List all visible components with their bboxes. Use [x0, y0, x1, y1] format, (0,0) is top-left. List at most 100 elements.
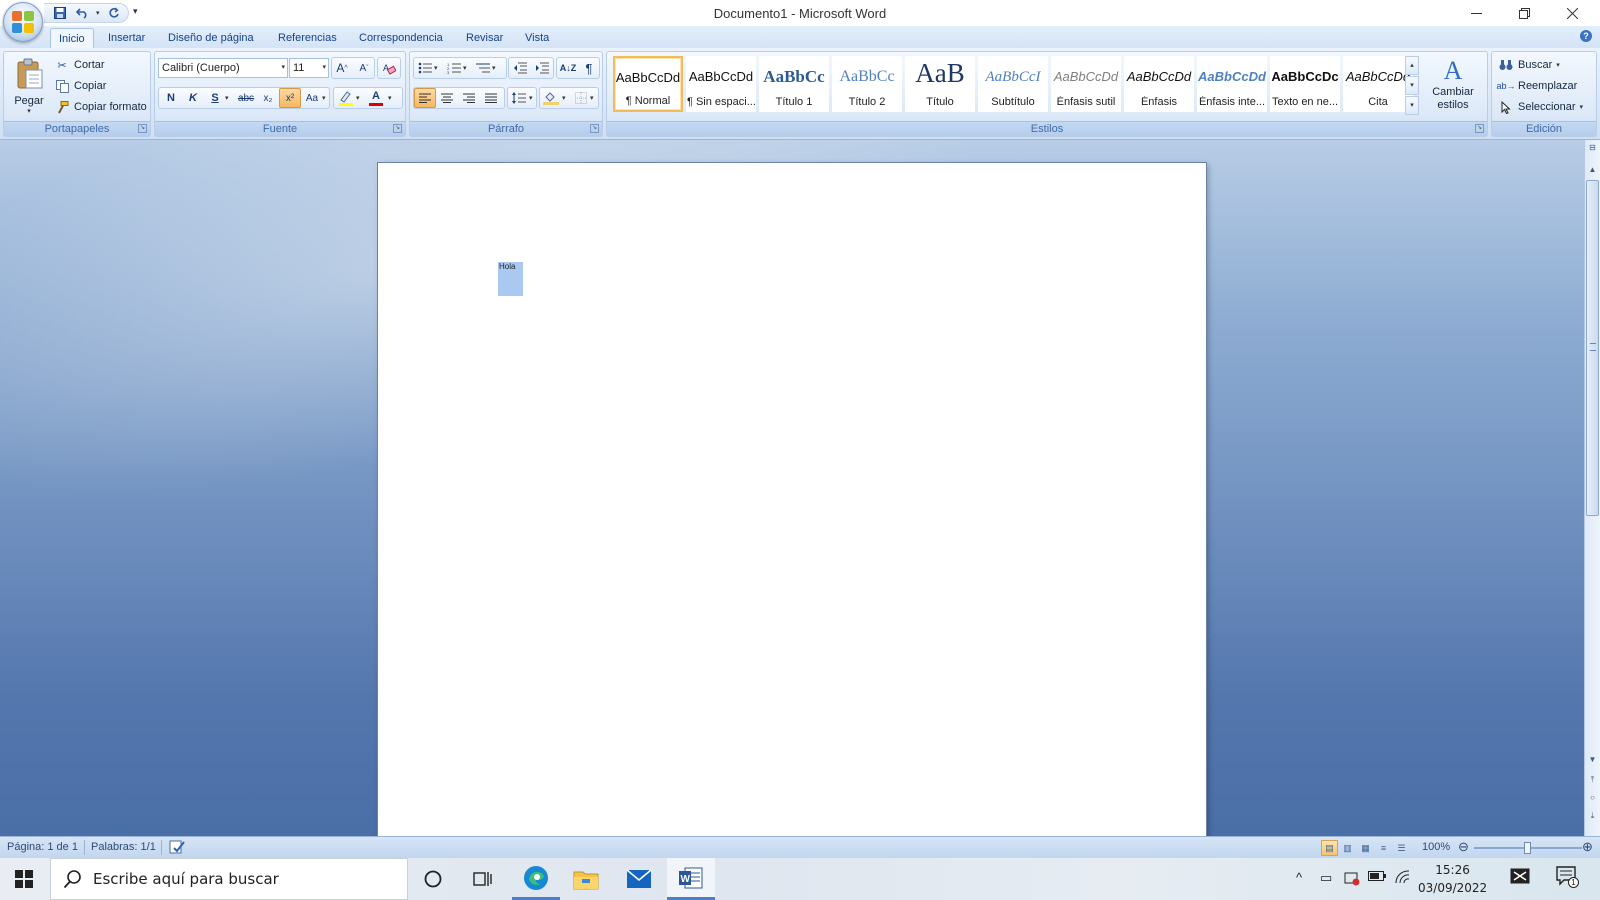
- paragraph-launcher-icon[interactable]: ↘: [590, 124, 599, 133]
- task-view-icon[interactable]: [459, 858, 507, 900]
- battery-icon[interactable]: [1368, 870, 1386, 885]
- multilevel-list-icon[interactable]: [472, 58, 494, 78]
- print-layout-view-icon[interactable]: ▤: [1321, 840, 1338, 856]
- decrease-indent-icon[interactable]: [509, 58, 531, 78]
- sort-icon[interactable]: A↓Z: [557, 58, 579, 78]
- shading-dropdown-icon[interactable]: ▾: [562, 94, 566, 102]
- italic-button[interactable]: K: [182, 88, 204, 108]
- zoom-out-icon[interactable]: ⊖: [1458, 839, 1469, 855]
- previous-page-icon[interactable]: ⤒: [1585, 772, 1600, 788]
- borders-dropdown-icon[interactable]: ▾: [590, 94, 594, 102]
- underline-button[interactable]: S: [204, 88, 226, 108]
- align-left-icon[interactable]: [414, 88, 436, 108]
- highlight-button[interactable]: [335, 88, 357, 108]
- next-page-icon[interactable]: ⤓: [1585, 808, 1600, 824]
- gallery-scroll-down-icon[interactable]: ▾: [1405, 76, 1419, 95]
- tab-diseno-de-pagina[interactable]: Diseño de página: [160, 28, 262, 48]
- vertical-scrollbar[interactable]: ⊟ ▲ ▼ ⤒ ○ ⤓: [1584, 140, 1600, 836]
- change-case-dropdown-icon[interactable]: ▾: [322, 94, 326, 102]
- undo-dropdown-icon[interactable]: ▾: [96, 9, 100, 17]
- full-screen-reading-view-icon[interactable]: ▥: [1339, 840, 1356, 856]
- wifi-icon[interactable]: [1394, 870, 1410, 887]
- redo-icon[interactable]: [106, 5, 122, 21]
- tab-revisar[interactable]: Revisar: [458, 28, 511, 48]
- meet-now-icon[interactable]: ▭: [1320, 870, 1332, 886]
- tab-correspondencia[interactable]: Correspondencia: [351, 28, 451, 48]
- scroll-down-icon[interactable]: ▼: [1585, 752, 1600, 768]
- font-name-select[interactable]: Calibri (Cuerpo) ▾: [158, 58, 288, 78]
- proofing-icon[interactable]: [168, 839, 186, 858]
- gallery-scroll-up-icon[interactable]: ▴: [1405, 56, 1419, 75]
- zoom-slider[interactable]: [1474, 842, 1582, 854]
- align-center-icon[interactable]: [436, 88, 458, 108]
- styles-launcher-icon[interactable]: ↘: [1475, 124, 1484, 133]
- grow-font-button[interactable]: A ^: [331, 58, 353, 78]
- document-page[interactable]: Hola: [378, 163, 1206, 836]
- ruler-toggle-icon[interactable]: ⊟: [1585, 140, 1600, 156]
- outline-view-icon[interactable]: ≡: [1375, 840, 1392, 856]
- style-enfasis-intenso[interactable]: AaBbCcDd Énfasis inte...: [1197, 56, 1267, 112]
- style-sin-espaciado[interactable]: AaBbCcDd ¶ Sin espaci...: [686, 56, 756, 112]
- format-painter-button[interactable]: Copiar formato: [52, 97, 149, 117]
- style-titulo-1[interactable]: AaBbCc Título 1: [759, 56, 829, 112]
- multilevel-dropdown-icon[interactable]: ▾: [492, 64, 496, 72]
- web-layout-view-icon[interactable]: ▦: [1357, 840, 1374, 856]
- align-right-icon[interactable]: [458, 88, 480, 108]
- page-count[interactable]: Página: 1 de 1: [7, 841, 78, 853]
- style-titulo-2[interactable]: AaBbCc Título 2: [832, 56, 902, 112]
- close-icon[interactable]: [1548, 0, 1596, 26]
- bullets-dropdown-icon[interactable]: ▾: [434, 64, 438, 72]
- select-button[interactable]: Seleccionar ▾: [1496, 97, 1585, 117]
- line-spacing-dropdown-icon[interactable]: ▾: [529, 94, 533, 102]
- line-spacing-icon[interactable]: [508, 88, 530, 108]
- increase-indent-icon[interactable]: [531, 58, 553, 78]
- paste-button[interactable]: Pegar ▾: [8, 56, 50, 118]
- cortana-icon[interactable]: [409, 858, 457, 900]
- superscript-button[interactable]: x²: [279, 88, 301, 108]
- strikethrough-button[interactable]: abc: [235, 88, 257, 108]
- browse-object-icon[interactable]: ○: [1585, 790, 1600, 806]
- change-case-button[interactable]: Aa: [301, 88, 323, 108]
- scroll-up-icon[interactable]: ▲: [1585, 162, 1600, 178]
- clear-formatting-icon[interactable]: A: [378, 58, 400, 78]
- copy-button[interactable]: Copiar: [52, 76, 108, 96]
- highlight-dropdown-icon[interactable]: ▾: [356, 94, 360, 102]
- clipboard-launcher-icon[interactable]: ↘: [138, 124, 147, 133]
- style-texto-en-negrita[interactable]: AaBbCcDc Texto en ne...: [1270, 56, 1340, 112]
- customize-qat-icon[interactable]: ▾: [133, 6, 138, 17]
- minimize-icon[interactable]: [1452, 0, 1500, 26]
- help-icon[interactable]: ?: [1580, 30, 1592, 42]
- zoom-slider-knob[interactable]: [1524, 842, 1531, 854]
- justify-icon[interactable]: [480, 88, 502, 108]
- zoom-level[interactable]: 100%: [1422, 841, 1450, 853]
- tab-vista[interactable]: Vista: [517, 28, 557, 48]
- bullets-icon[interactable]: [414, 58, 436, 78]
- gallery-more-icon[interactable]: ▾: [1405, 96, 1419, 115]
- chevron-up-icon[interactable]: ^: [1296, 870, 1302, 885]
- restore-icon[interactable]: [1500, 0, 1548, 26]
- taskbar-search-box[interactable]: Escribe aquí para buscar: [50, 858, 408, 900]
- find-button[interactable]: Buscar ▾: [1496, 55, 1562, 75]
- font-launcher-icon[interactable]: ↘: [393, 124, 402, 133]
- shrink-font-button[interactable]: Aˇ: [353, 58, 375, 78]
- numbering-dropdown-icon[interactable]: ▾: [463, 64, 467, 72]
- show-formatting-button[interactable]: ¶: [578, 58, 600, 78]
- style-subtitulo[interactable]: AaBbCcI Subtítulo: [978, 56, 1048, 112]
- edge-browser-icon[interactable]: [512, 858, 560, 900]
- file-explorer-icon[interactable]: [562, 858, 610, 900]
- underline-dropdown-icon[interactable]: ▾: [225, 94, 229, 102]
- windows-start-icon[interactable]: [0, 858, 48, 900]
- mail-icon[interactable]: [615, 858, 663, 900]
- zoom-in-icon[interactable]: ⊕: [1582, 839, 1593, 855]
- style-enfasis-sutil[interactable]: AaBbCcDd Énfasis sutil: [1051, 56, 1121, 112]
- font-color-dropdown-icon[interactable]: ▾: [388, 94, 392, 102]
- shading-icon[interactable]: [540, 88, 562, 108]
- security-alert-icon[interactable]: [1344, 870, 1360, 889]
- cut-button[interactable]: ✂ Cortar: [52, 55, 107, 75]
- replace-button[interactable]: ab→ Reemplazar: [1496, 76, 1579, 96]
- scrollbar-thumb[interactable]: [1586, 180, 1599, 516]
- numbering-icon[interactable]: 123: [443, 58, 465, 78]
- draft-view-icon[interactable]: ☰: [1393, 840, 1410, 856]
- font-size-select[interactable]: 11 ▾: [289, 58, 329, 78]
- style-cita[interactable]: AaBbCcDd Cita: [1343, 56, 1413, 112]
